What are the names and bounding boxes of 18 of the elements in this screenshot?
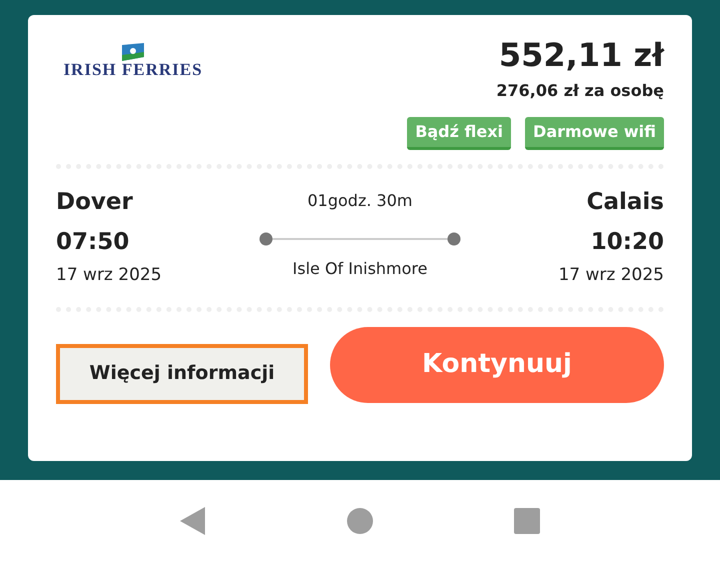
city-name: Dover <box>56 188 134 217</box>
brand-logo: IRISH FERRIES <box>63 61 203 78</box>
departure-time: 07:50 <box>56 228 130 257</box>
feature-tag: Bądź flexi <box>407 117 512 150</box>
arrival-time: 10:20 <box>590 228 664 257</box>
price-per-person: 276,06 zł za osobę <box>496 80 664 102</box>
ship-name: Isle Of Inishmore <box>292 258 428 280</box>
travel-date: 17 wrz 2025 <box>558 264 664 287</box>
home-icon[interactable] <box>346 508 373 534</box>
total-price: 552,11 zł <box>498 35 664 75</box>
city-name: Calais <box>586 188 664 217</box>
more-info-button[interactable]: Więcej informacji <box>56 344 308 404</box>
recents-icon[interactable] <box>514 508 540 534</box>
duration: 01godz. 30m <box>308 190 412 212</box>
feature-tag: Darmowe wifi <box>525 117 664 150</box>
travel-date: 17 wrz 2025 <box>56 264 163 287</box>
flag-icon <box>121 43 145 61</box>
back-icon[interactable] <box>180 506 206 534</box>
